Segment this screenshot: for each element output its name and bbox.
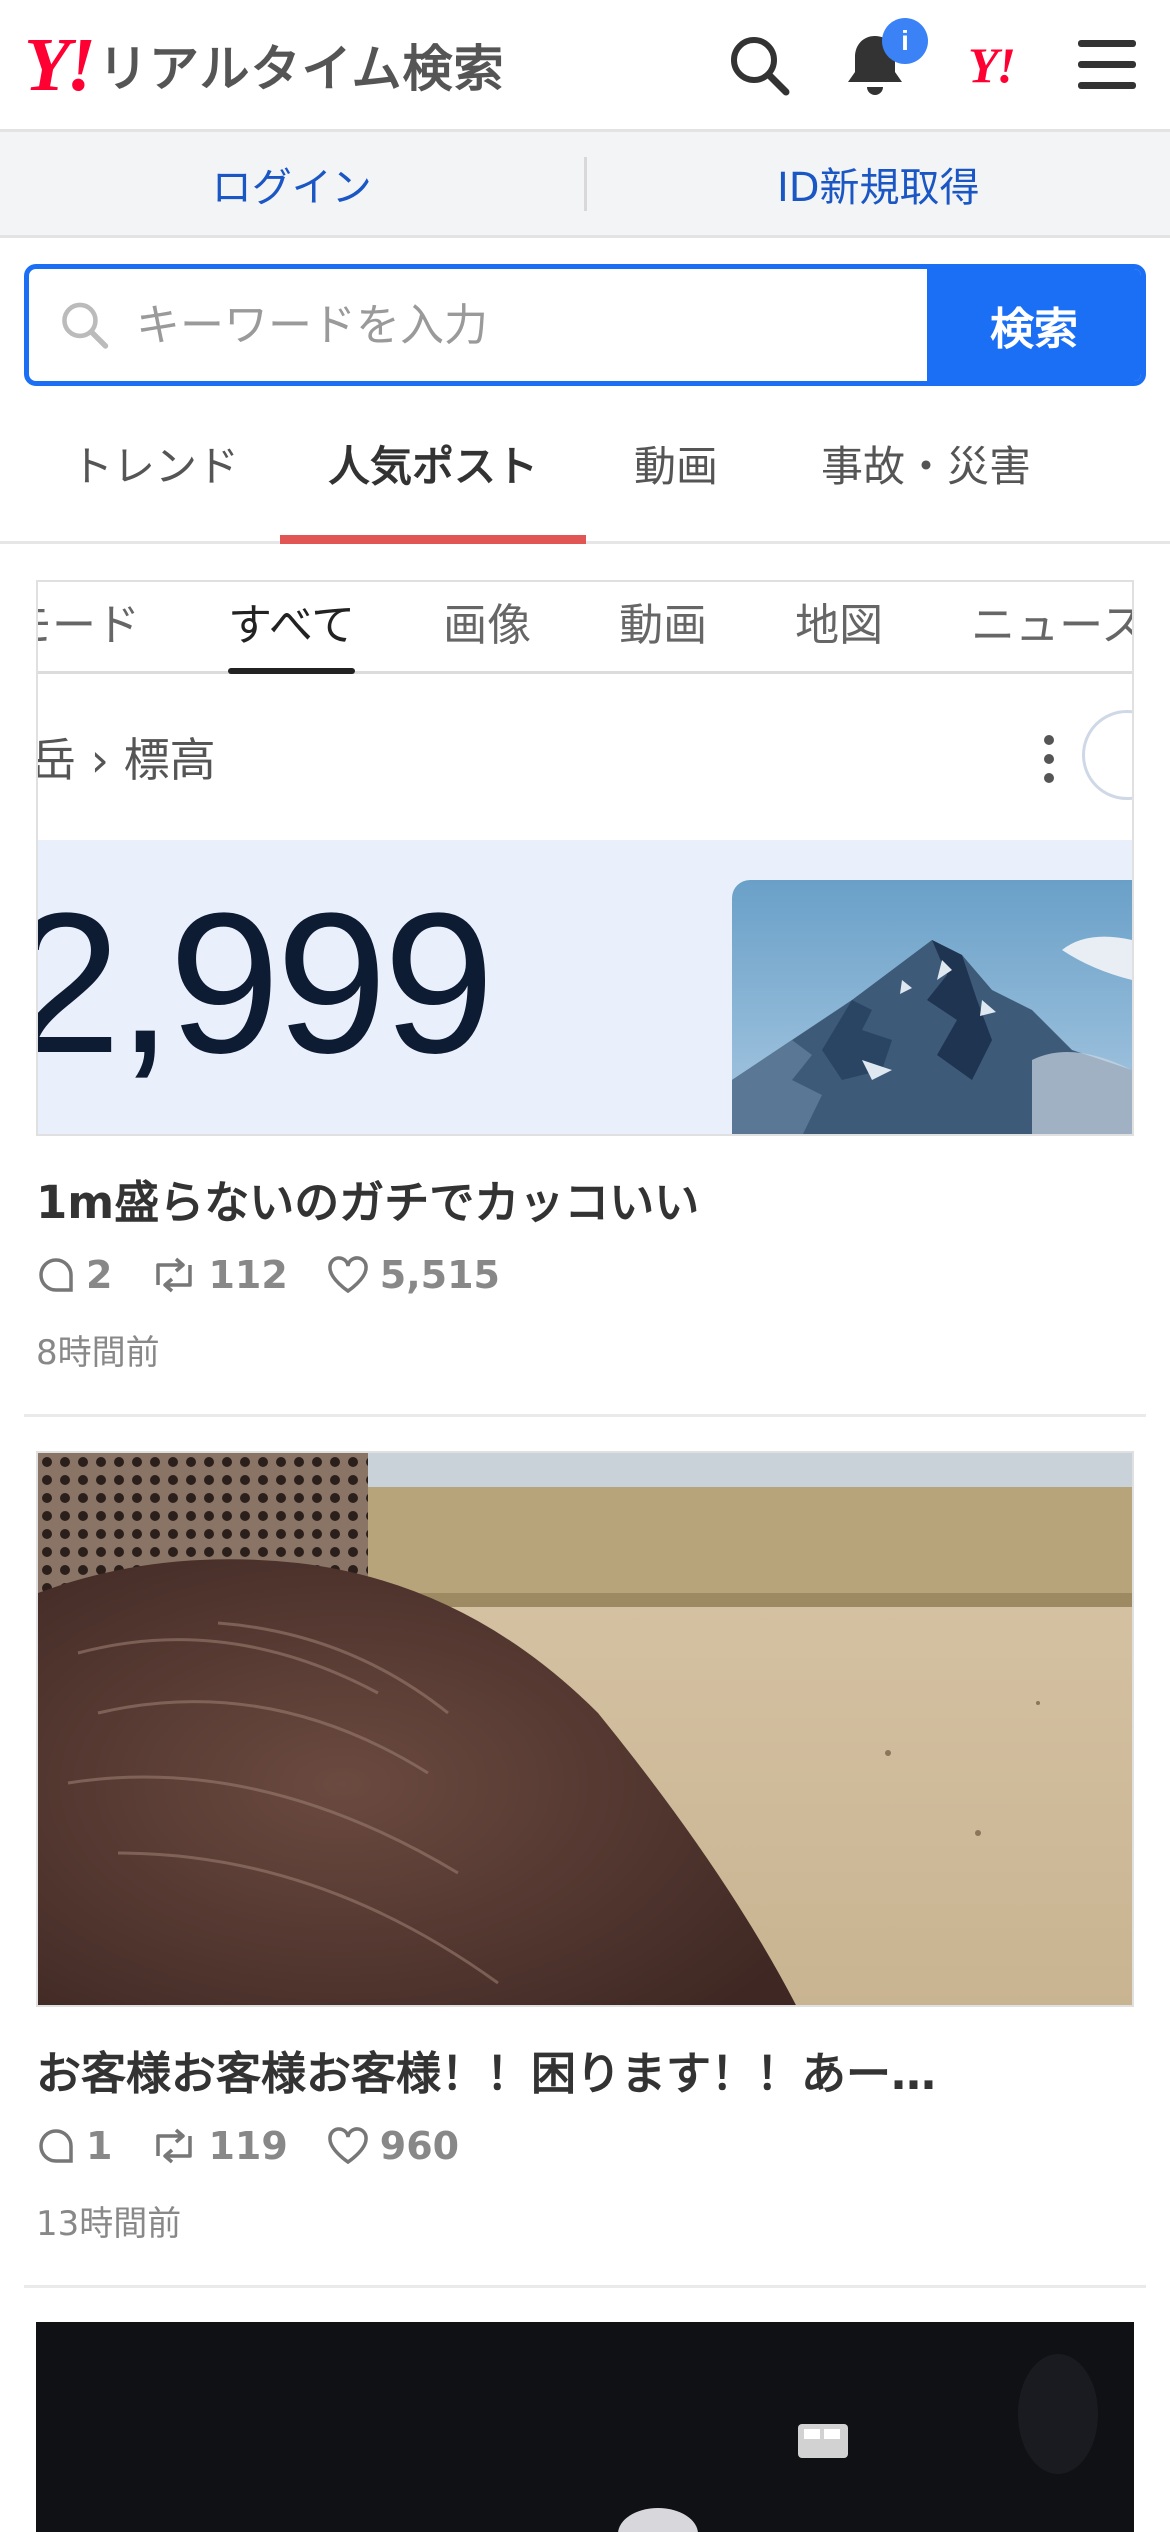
post-stats: 2 112 5,515: [36, 1253, 1146, 1297]
post-media-image[interactable]: [36, 2322, 1134, 2532]
reply-count[interactable]: 2: [36, 1253, 112, 1297]
yahoo-account-icon[interactable]: Y!: [956, 30, 1026, 100]
like-count-value: 5,515: [379, 1253, 500, 1297]
more-vertical-icon: [1044, 735, 1054, 783]
search-input[interactable]: [136, 299, 927, 351]
repost-count-value: 119: [208, 2124, 288, 2168]
tab-popular-posts[interactable]: 人気ポスト: [280, 386, 586, 544]
post-media-image[interactable]: モード すべて 画像 動画 地図 ニュース 岳 › 標高 2,999: [36, 580, 1134, 1136]
repost-icon: [156, 2128, 193, 2164]
repost-count[interactable]: 112: [150, 1253, 288, 1297]
post-divider: [24, 2285, 1146, 2288]
media-tab: モード: [38, 600, 140, 651]
login-link[interactable]: ログイン: [0, 155, 584, 213]
media-screenshot-tabs: モード すべて 画像 動画 地図 ニュース: [38, 582, 1134, 674]
yahoo-small-logo: Y!: [968, 36, 1016, 93]
notification-bell-icon[interactable]: i: [840, 17, 928, 100]
media-tab: ニュース: [971, 600, 1134, 651]
repost-icon: [156, 1257, 193, 1293]
category-tabs: トレンド 人気ポスト 動画 事故・災害: [0, 386, 1170, 544]
post-card[interactable]: お客様お客様お客様！！困ります！！あー… 1 119 960 13時間前: [0, 1451, 1170, 2245]
post-timestamp: 8時間前: [36, 1333, 160, 1373]
header: Y! リアルタイム検索 i Y!: [0, 0, 1170, 132]
search-field-icon: [62, 302, 109, 349]
repost-count-value: 112: [208, 1253, 288, 1297]
yahoo-logo: Y!: [24, 22, 96, 107]
heart-icon: [328, 2127, 368, 2165]
reply-count-value: 1: [86, 2124, 113, 2168]
search-section: 検索: [0, 238, 1170, 386]
media-circle-icon: [1082, 710, 1132, 800]
tab-videos[interactable]: 動画: [586, 386, 766, 541]
post-divider: [24, 1414, 1146, 1417]
post-title[interactable]: 1m盛らないのガチでカッコいい: [36, 1166, 1134, 1231]
reply-count-value: 2: [86, 1253, 113, 1297]
like-count-value: 960: [379, 2124, 460, 2168]
media-tab: 動画: [619, 600, 708, 651]
tab-trend[interactable]: トレンド: [30, 386, 280, 541]
auth-bar: ログイン ID新規取得: [0, 132, 1170, 238]
mountain-photo: [732, 880, 1132, 1134]
search-field[interactable]: [29, 269, 927, 381]
media-elevation-panel: 2,999: [36, 840, 1132, 1134]
post-timestamp: 13時間前: [36, 2204, 182, 2244]
post-card[interactable]: モード すべて 画像 動画 地図 ニュース 岳 › 標高 2,999: [0, 580, 1170, 1374]
post-card[interactable]: [0, 2322, 1170, 2532]
media-breadcrumb: 岳 › 標高: [38, 674, 1132, 840]
like-count[interactable]: 960: [326, 2124, 459, 2168]
media-breadcrumb-text: 岳 › 標高: [36, 733, 216, 787]
reply-icon: [39, 2129, 73, 2163]
tab-accidents-disasters[interactable]: 事故・災害: [766, 386, 1086, 541]
post-stats: 1 119 960: [36, 2124, 1146, 2168]
app-root: Y! リアルタイム検索 i Y! ログイン ID新規取得 キーワードを入力 検索…: [0, 0, 1170, 2532]
repost-count[interactable]: 119: [150, 2124, 288, 2168]
search-box: 検索: [24, 264, 1146, 386]
search-icon[interactable]: [724, 30, 794, 100]
reply-icon: [39, 1258, 73, 1292]
post-title[interactable]: お客様お客様お客様！！困ります！！あー…: [36, 2037, 1134, 2102]
like-count[interactable]: 5,515: [326, 1253, 500, 1297]
header-actions: i Y!: [724, 17, 1142, 100]
menu-icon[interactable]: [1072, 30, 1142, 100]
media-tab-selected: すべて: [228, 589, 356, 674]
elevation-value: 2,999: [36, 872, 494, 1095]
brand-logo[interactable]: Y! リアルタイム検索: [24, 27, 505, 103]
heart-icon: [328, 1256, 368, 1294]
page-title: リアルタイム検索: [98, 39, 505, 98]
notification-badge: i: [882, 17, 928, 64]
register-link[interactable]: ID新規取得: [587, 155, 1170, 213]
post-media-image[interactable]: [36, 1451, 1134, 2007]
media-tab: 地図: [795, 600, 884, 651]
reply-count[interactable]: 1: [36, 2124, 112, 2168]
search-button[interactable]: 検索: [927, 269, 1141, 381]
media-tab: 画像: [443, 600, 532, 651]
